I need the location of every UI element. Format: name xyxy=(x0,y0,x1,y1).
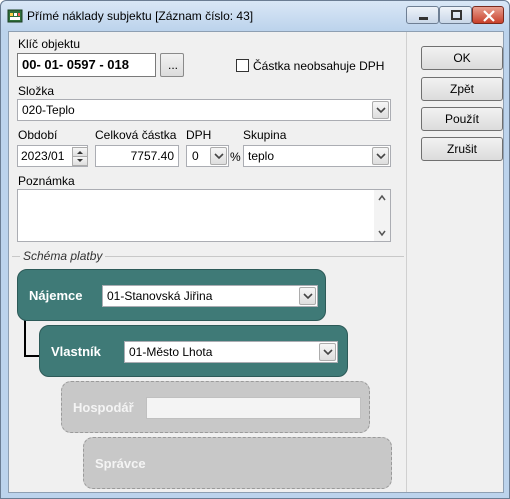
castka-value: 7757.40 xyxy=(130,149,174,163)
close-button[interactable] xyxy=(472,6,504,24)
scroll-down-icon xyxy=(378,230,386,237)
klic-input[interactable]: 00- 01- 0597 - 018 xyxy=(17,53,156,77)
spravce-label: Správce xyxy=(95,456,146,471)
zrusit-button[interactable]: Zrušit xyxy=(421,137,503,161)
dph-select[interactable]: 0 xyxy=(186,145,229,167)
dph-checkbox[interactable] xyxy=(236,59,249,72)
schema-title: Schéma platby xyxy=(20,249,106,263)
castka-label: Celková částka xyxy=(95,128,177,142)
maximize-icon xyxy=(451,10,462,20)
obdobi-spin-down[interactable] xyxy=(72,156,88,166)
obdobi-label: Období xyxy=(18,128,58,142)
chevron-down-icon xyxy=(214,153,224,160)
poznamka-scrollbar[interactable] xyxy=(374,190,390,241)
browse-button[interactable]: ... xyxy=(160,53,184,77)
percent-sign: % xyxy=(230,150,241,164)
minimize-button[interactable] xyxy=(406,6,439,24)
window-title: Přímé náklady subjektu [Záznam číslo: 43… xyxy=(27,9,254,23)
chevron-up-icon xyxy=(77,151,83,154)
vlastnik-value: 01-Město Lhota xyxy=(129,345,213,359)
vlastnik-box: Vlastník 01-Město Lhota xyxy=(39,325,348,377)
vertical-separator xyxy=(406,32,407,492)
chevron-down-icon xyxy=(77,159,83,162)
najemce-value: 01-Stanovská Jiřina xyxy=(107,289,213,303)
vlastnik-dropdown-button[interactable] xyxy=(319,343,336,361)
castka-input[interactable]: 7757.40 xyxy=(95,145,179,167)
dialog-window: Přímé náklady subjektu [Záznam číslo: 43… xyxy=(0,0,510,499)
obdobi-input[interactable]: 2023/01 xyxy=(17,145,88,167)
vlastnik-select[interactable]: 01-Město Lhota xyxy=(124,341,338,363)
dph-value: 0 xyxy=(192,149,199,163)
chevron-down-icon xyxy=(376,153,386,160)
dialog-body: Klíč objektu 00- 01- 0597 - 018 ... Část… xyxy=(8,31,504,493)
ok-button[interactable]: OK xyxy=(421,46,503,70)
close-icon xyxy=(483,10,495,22)
chevron-down-icon xyxy=(376,107,386,114)
najemce-select[interactable]: 01-Stanovská Jiřina xyxy=(102,285,318,307)
klic-value: 00- 01- 0597 - 018 xyxy=(22,57,129,72)
slozka-dropdown-button[interactable] xyxy=(372,101,389,119)
skupina-dropdown-button[interactable] xyxy=(372,147,389,165)
pouzit-button[interactable]: Použít xyxy=(421,107,503,131)
skupina-select[interactable]: teplo xyxy=(243,145,391,167)
obdobi-value: 2023/01 xyxy=(21,149,65,163)
dph-checkbox-label: Částka neobsahuje DPH xyxy=(253,59,385,73)
scroll-up-icon xyxy=(378,194,386,201)
skupina-label: Skupina xyxy=(243,128,287,142)
dph-label: DPH xyxy=(186,128,212,142)
najemce-box: Nájemce 01-Stanovská Jiřina xyxy=(17,269,326,321)
chevron-down-icon xyxy=(303,293,313,300)
app-icon xyxy=(7,9,23,23)
vlastnik-label: Vlastník xyxy=(51,344,101,359)
hospodar-input xyxy=(146,397,361,419)
spravce-box: Správce xyxy=(83,437,392,489)
slozka-value: 020-Teplo xyxy=(22,103,75,117)
chevron-down-icon xyxy=(323,349,333,356)
hospodar-label: Hospodář xyxy=(73,400,134,415)
najemce-dropdown-button[interactable] xyxy=(299,287,316,305)
hospodar-box: Hospodář xyxy=(61,381,370,433)
zpet-button[interactable]: Zpět xyxy=(421,77,503,101)
poznamka-textarea[interactable] xyxy=(17,189,391,242)
title-bar[interactable]: Přímé náklady subjektu [Záznam číslo: 43… xyxy=(1,1,509,31)
poznamka-label: Poznámka xyxy=(18,174,75,188)
skupina-value: teplo xyxy=(248,149,275,163)
slozka-label: Složka xyxy=(18,84,55,98)
browse-label: ... xyxy=(168,58,179,72)
dph-dropdown-button[interactable] xyxy=(210,147,227,165)
slozka-select[interactable]: 020-Teplo xyxy=(17,99,391,121)
maximize-button[interactable] xyxy=(439,6,472,24)
najemce-label: Nájemce xyxy=(29,288,83,303)
klic-label: Klíč objektu xyxy=(18,37,81,51)
minimize-icon xyxy=(419,17,428,20)
